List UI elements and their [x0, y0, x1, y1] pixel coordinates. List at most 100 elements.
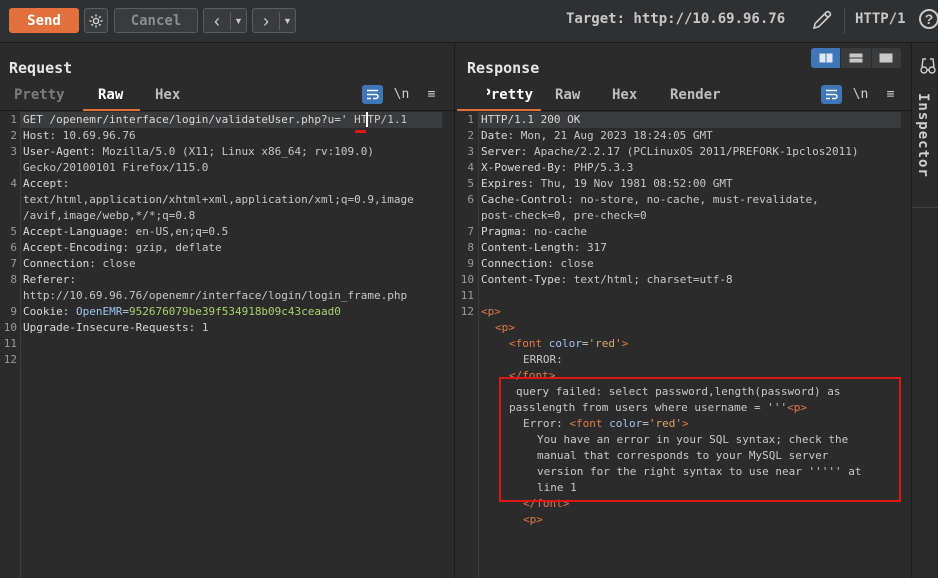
line-number: 12: [3, 353, 17, 366]
toolbar: Send Cancel ‹ ▼ › ▼ Target: http://10.69…: [0, 0, 938, 43]
line-number: 10: [3, 321, 17, 334]
header-value: text/html,application/xhtml+xml,applicat…: [23, 193, 414, 206]
response-tab-raw[interactable]: Raw: [555, 87, 580, 103]
edit-target-pencil-icon[interactable]: [810, 8, 834, 32]
cookie-name: OpenEMR: [76, 305, 123, 318]
equals: =: [581, 337, 589, 350]
line-number: 2: [10, 129, 17, 142]
line-number: 11: [3, 337, 17, 350]
single-pane-icon: [879, 53, 893, 63]
help-icon[interactable]: ?: [919, 9, 938, 29]
request-line: Upgrade-Insecure-Requests: 1: [23, 320, 208, 336]
line-number: 6: [10, 241, 17, 254]
inspector-sidebar[interactable]: Inspector: [912, 43, 938, 578]
chevron-right-icon: ›: [253, 11, 280, 30]
request-line: Connection: close: [23, 256, 136, 272]
forward-button[interactable]: › ▼: [252, 8, 296, 33]
header-name: Server: [481, 145, 521, 158]
response-tab-hex[interactable]: Hex: [612, 87, 637, 103]
http-version-selector[interactable]: HTTP/1: [855, 11, 906, 27]
attr-color: color: [548, 337, 582, 350]
text-caret: [366, 112, 368, 127]
request-tab-raw[interactable]: Raw: [98, 87, 123, 103]
line-number: 8: [10, 273, 17, 286]
line-number: 4: [10, 177, 17, 190]
error-text: ERROR:: [523, 353, 563, 366]
layout-side-by-side-button[interactable]: [811, 48, 842, 68]
request-line: Host: 10.69.96.76: [23, 128, 136, 144]
header-value: :: [62, 177, 70, 190]
request-line: Accept-Encoding: gzip, deflate: [23, 240, 222, 256]
request-menu-icon[interactable]: ≡: [421, 85, 442, 104]
request-line: Accept-Language: en-US,en;q=0.5: [23, 224, 228, 240]
request-editor[interactable]: 1 GET /openemr/interface/login/validateUs…: [0, 111, 454, 578]
back-dropdown-icon[interactable]: ▼: [231, 16, 246, 26]
request-pane: Request Pretty Raw Hex \n ≡ 1 GET /openem…: [0, 43, 455, 578]
request-tab-pretty[interactable]: Pretty: [14, 87, 65, 103]
request-tab-hex[interactable]: Hex: [155, 87, 180, 103]
request-line: User-Agent: Mozilla/5.0 (X11; Linux x86_…: [23, 144, 374, 160]
response-line: Content-Type: text/html; charset=utf-8: [481, 272, 733, 288]
response-line: Pragma: no-cache: [481, 224, 587, 240]
header-name: Accept-Language: [23, 225, 123, 238]
p-tag: <p>: [481, 305, 501, 318]
header-value: Gecko/20100101 Firefox/115.0: [23, 161, 209, 174]
response-line: Date: Mon, 21 Aug 2023 18:24:05 GMT: [481, 128, 713, 144]
response-menu-icon[interactable]: ≡: [880, 85, 901, 104]
request-line: Cookie: OpenEMR=952676079be39f534918b09c…: [23, 304, 341, 320]
layout-toggle: [811, 48, 901, 68]
line-number: 2: [467, 129, 474, 142]
response-body-line: <p>: [523, 512, 543, 528]
cookie-equals: =: [122, 305, 129, 318]
response-editor[interactable]: 1 HTTP/1.1 200 OK 2 Date: Mon, 21 Aug 2023 …: [455, 111, 911, 578]
header-name: Expires: [481, 177, 528, 190]
line-number: 7: [10, 257, 17, 270]
header-name: GET /openemr/interface/login/validateUse…: [23, 113, 348, 126]
highlight-box: [499, 377, 901, 502]
line-number: 9: [10, 305, 17, 318]
line-number: 10: [460, 273, 474, 286]
rows-icon: [849, 53, 863, 63]
request-newline-toggle-icon[interactable]: \n: [391, 85, 412, 104]
line-number: 9: [467, 257, 474, 270]
response-body-line: <p>: [495, 320, 515, 336]
header-name: HTTP/1.1 200 OK: [481, 113, 581, 126]
inspector-divider: [912, 207, 938, 208]
header-value: :: [69, 273, 76, 286]
line-number: 3: [467, 145, 474, 158]
cookie-value: 952676079be39f534918b09c43ceaad0: [128, 305, 341, 318]
layout-single-button[interactable]: [872, 48, 901, 68]
forward-dropdown-icon[interactable]: ▼: [280, 16, 295, 26]
settings-gear-button[interactable]: [84, 8, 108, 33]
header-name: Accept: [23, 177, 63, 190]
request-line: /avif,image/webp,*/*;q=0.8: [23, 208, 195, 224]
header-value: : Apache/2.2.17 (PCLinuxOS 2011/PREFORK-…: [520, 145, 859, 158]
response-wrap-toggle-icon[interactable]: [821, 85, 842, 104]
line-number: 3: [10, 145, 17, 158]
header-value: : 317: [573, 241, 607, 254]
response-line: HTTP/1.1 200 OK: [481, 112, 580, 128]
request-line: Accept:: [23, 176, 69, 192]
header-name: Connection: [23, 257, 90, 270]
attr-value-red: 'red': [588, 337, 622, 350]
response-line: Connection: close: [481, 256, 594, 272]
line-number: 8: [467, 241, 474, 254]
request-title: Request: [9, 59, 73, 77]
layout-stacked-button[interactable]: [841, 48, 872, 68]
header-value: : 10.69.96.76: [49, 129, 136, 142]
inspector-label: Inspector: [915, 93, 931, 178]
response-newline-toggle-icon[interactable]: \n: [850, 85, 871, 104]
response-tab-pretty[interactable]: Pretty: [487, 87, 533, 103]
header-value: :: [62, 305, 76, 318]
line-number: 5: [467, 177, 474, 190]
response-tab-render[interactable]: Render: [670, 87, 721, 103]
back-button[interactable]: ‹ ▼: [203, 8, 247, 33]
request-wrap-toggle-icon[interactable]: [362, 85, 383, 104]
response-line: post-check=0, pre-check=0: [481, 208, 647, 224]
header-value: HTTP/1.1: [347, 113, 408, 126]
send-button[interactable]: Send: [9, 8, 79, 33]
header-value: : Mon, 21 Aug 2023 18:24:05 GMT: [507, 129, 713, 142]
header-value: : close: [89, 257, 136, 270]
cancel-button[interactable]: Cancel: [114, 8, 198, 33]
